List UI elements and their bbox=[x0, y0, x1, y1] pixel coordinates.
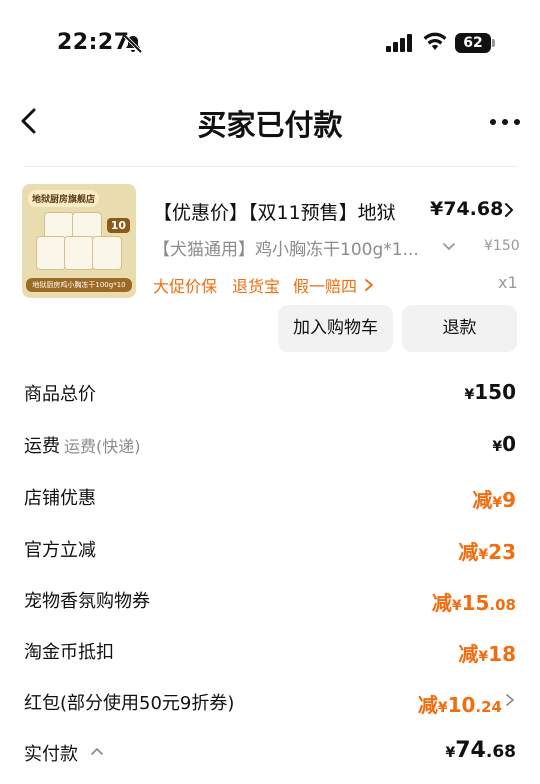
signal-icon bbox=[386, 34, 412, 52]
price-row-value[interactable]: 减¥10.24 bbox=[418, 689, 502, 718]
battery-nub bbox=[492, 39, 495, 47]
price-row-value: 减¥9 bbox=[472, 488, 516, 512]
thumbnail-caption: 地狱厨房鸡小胸冻干100g*10 bbox=[26, 278, 132, 292]
status-bar: 22:27 62 bbox=[0, 0, 540, 90]
price-row-label: 宠物香氛购物券 bbox=[24, 591, 150, 612]
price-row-value: 减¥15.08 bbox=[431, 591, 516, 615]
product-price: ¥74.68 bbox=[430, 198, 504, 220]
shipping-method: 运费(快递) bbox=[64, 437, 141, 456]
status-time: 22:27 bbox=[57, 30, 130, 55]
product-spec[interactable]: 【犬猫通用】鸡小胸冻干100g*1... bbox=[153, 235, 419, 260]
price-row-value: 减¥18 bbox=[458, 642, 516, 666]
package-image bbox=[36, 236, 66, 270]
total-paid-value: ¥74.68 bbox=[445, 738, 517, 763]
package-image bbox=[64, 236, 94, 270]
more-horizontal-icon[interactable] bbox=[487, 110, 523, 134]
price-row-value: 减¥23 bbox=[458, 540, 516, 564]
price-row-value: ¥0 bbox=[492, 432, 516, 456]
price-row-value: ¥150 bbox=[464, 380, 517, 404]
product-original-price: ¥150 bbox=[484, 238, 520, 254]
add-to-cart-button[interactable]: 加入购物车 bbox=[278, 305, 393, 352]
promo-tag[interactable]: 退货宝 bbox=[232, 273, 280, 297]
price-row-label: 店铺优惠 bbox=[24, 488, 96, 509]
promo-tag[interactable]: 大促价保 bbox=[153, 273, 217, 297]
price-row-label[interactable]: 实付款 bbox=[24, 740, 78, 766]
chevron-up-icon[interactable] bbox=[89, 745, 105, 757]
product-quantity: x1 bbox=[498, 273, 518, 292]
battery-icon: 62 bbox=[455, 33, 491, 53]
price-row-label: 商品总价 bbox=[24, 384, 96, 405]
chevron-right-icon[interactable] bbox=[503, 200, 515, 220]
header-divider bbox=[24, 166, 517, 167]
price-row-label[interactable]: 红包(部分使用50元9折券) bbox=[24, 689, 234, 715]
chevron-right-icon[interactable] bbox=[364, 277, 374, 293]
page-title: 买家已付款 bbox=[197, 108, 343, 142]
price-row-label: 官方立减 bbox=[24, 540, 96, 561]
refund-button[interactable]: 退款 bbox=[402, 305, 517, 352]
promo-tag[interactable]: 假一赔四 bbox=[293, 273, 357, 297]
chevron-down-icon[interactable] bbox=[441, 240, 457, 254]
package-image bbox=[92, 236, 122, 270]
product-title[interactable]: 【优惠价】【双11预售】地狱 bbox=[153, 198, 396, 225]
price-row-label: 淘金币抵扣 bbox=[24, 642, 114, 663]
product-thumbnail[interactable]: 地狱厨房旗舰店 10 地狱厨房鸡小胸冻干100g*10 bbox=[22, 184, 136, 298]
thumbnail-brand-label: 地狱厨房旗舰店 bbox=[28, 190, 100, 207]
thumbnail-count-badge: 10 bbox=[106, 218, 130, 233]
chevron-right-icon[interactable] bbox=[505, 692, 515, 708]
wifi-icon bbox=[423, 32, 447, 50]
price-row-label: 运费 运费(快递) bbox=[24, 436, 141, 457]
bell-off-icon bbox=[123, 34, 143, 54]
